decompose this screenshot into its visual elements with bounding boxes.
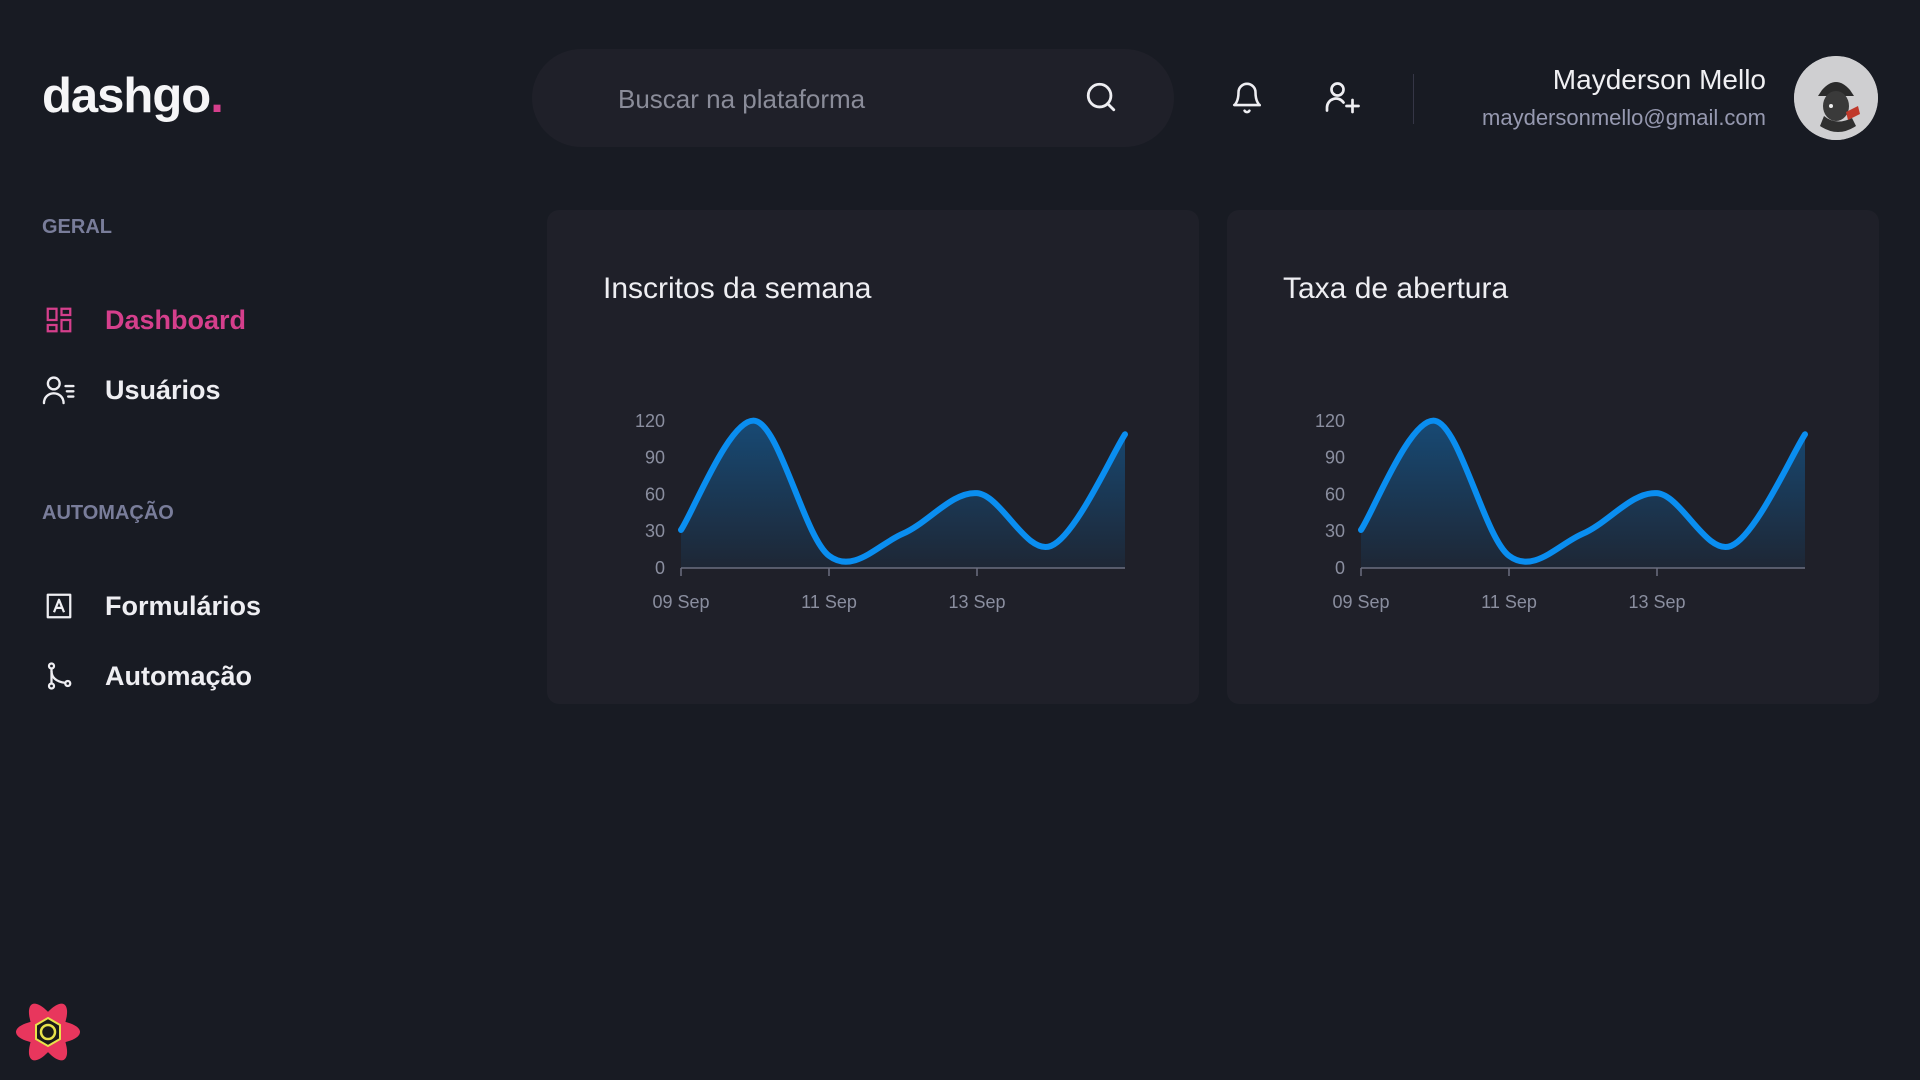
sidebar-item-label: Usuários xyxy=(105,374,221,405)
y-tick-label: 60 xyxy=(645,484,665,504)
form-icon xyxy=(42,589,76,623)
y-tick-label: 30 xyxy=(1325,521,1345,541)
sidebar-section-geral: GERAL xyxy=(42,216,112,238)
y-tick-label: 0 xyxy=(655,558,665,578)
area-fill xyxy=(1361,420,1805,568)
add-user-icon[interactable] xyxy=(1324,78,1360,121)
chart-card-inscritos: Inscritos da semana 0 30 60 90 120 09 Sep 11 S… xyxy=(547,210,1199,704)
sidebar-item-formularios[interactable]: Formulários xyxy=(42,586,261,626)
dashboard-grid-icon xyxy=(42,303,76,337)
sidebar-item-label: Formulários xyxy=(105,590,262,621)
x-tick-label: 09 Sep xyxy=(652,592,709,612)
sidebar-item-dashboard[interactable]: Dashboard xyxy=(42,300,246,340)
y-tick-label: 90 xyxy=(645,448,665,468)
devtools-badge-icon[interactable] xyxy=(14,998,82,1066)
search-input[interactable] xyxy=(616,49,1060,149)
avatar[interactable] xyxy=(1794,56,1878,140)
chart-card-taxa-abertura: Taxa de abertura 0 30 60 90 120 09 Sep 11 Sep 1… xyxy=(1227,210,1879,704)
y-tick-label: 120 xyxy=(1315,411,1345,431)
sidebar-item-label: Dashboard xyxy=(105,304,247,335)
search-icon[interactable] xyxy=(1084,80,1118,119)
sidebar-item-label: Automação xyxy=(105,660,253,691)
x-tick-label: 13 Sep xyxy=(1628,592,1685,612)
y-tick-label: 0 xyxy=(1335,558,1345,578)
logo-dot: . xyxy=(210,69,224,123)
x-tick-label: 09 Sep xyxy=(1332,592,1389,612)
y-tick-label: 90 xyxy=(1325,448,1345,468)
sidebar-section-automacao: AUTOMAÇÃO xyxy=(42,502,174,524)
x-tick-label: 11 Sep xyxy=(801,592,857,612)
sidebar-item-usuarios[interactable]: Usuários xyxy=(42,370,221,410)
open-rate-area-chart: 0 30 60 90 120 09 Sep 11 Sep 13 Sep xyxy=(1315,411,1808,612)
search-bar xyxy=(532,49,1174,149)
app-logo[interactable]: dashgo. xyxy=(42,68,224,124)
y-tick-label: 60 xyxy=(1325,484,1345,504)
git-merge-icon xyxy=(42,659,76,693)
y-tick-label: 30 xyxy=(645,521,665,541)
notification-bell-icon[interactable] xyxy=(1230,78,1264,123)
x-tick-label: 13 Sep xyxy=(948,592,1005,612)
users-list-icon xyxy=(42,373,76,407)
area-fill xyxy=(681,420,1125,568)
y-tick-label: 120 xyxy=(635,411,665,431)
sidebar-item-automacao[interactable]: Automação xyxy=(42,656,252,696)
x-tick-label: 11 Sep xyxy=(1481,592,1537,612)
subscribers-area-chart: 0 30 60 90 120 09 Sep 11 Sep 13 Sep xyxy=(635,411,1128,612)
header-divider xyxy=(1413,74,1414,124)
user-email: maydersonmello@gmail.com xyxy=(1482,105,1766,130)
logo-text: dashgo xyxy=(42,69,211,123)
user-name: Mayderson Mello xyxy=(1552,64,1766,95)
